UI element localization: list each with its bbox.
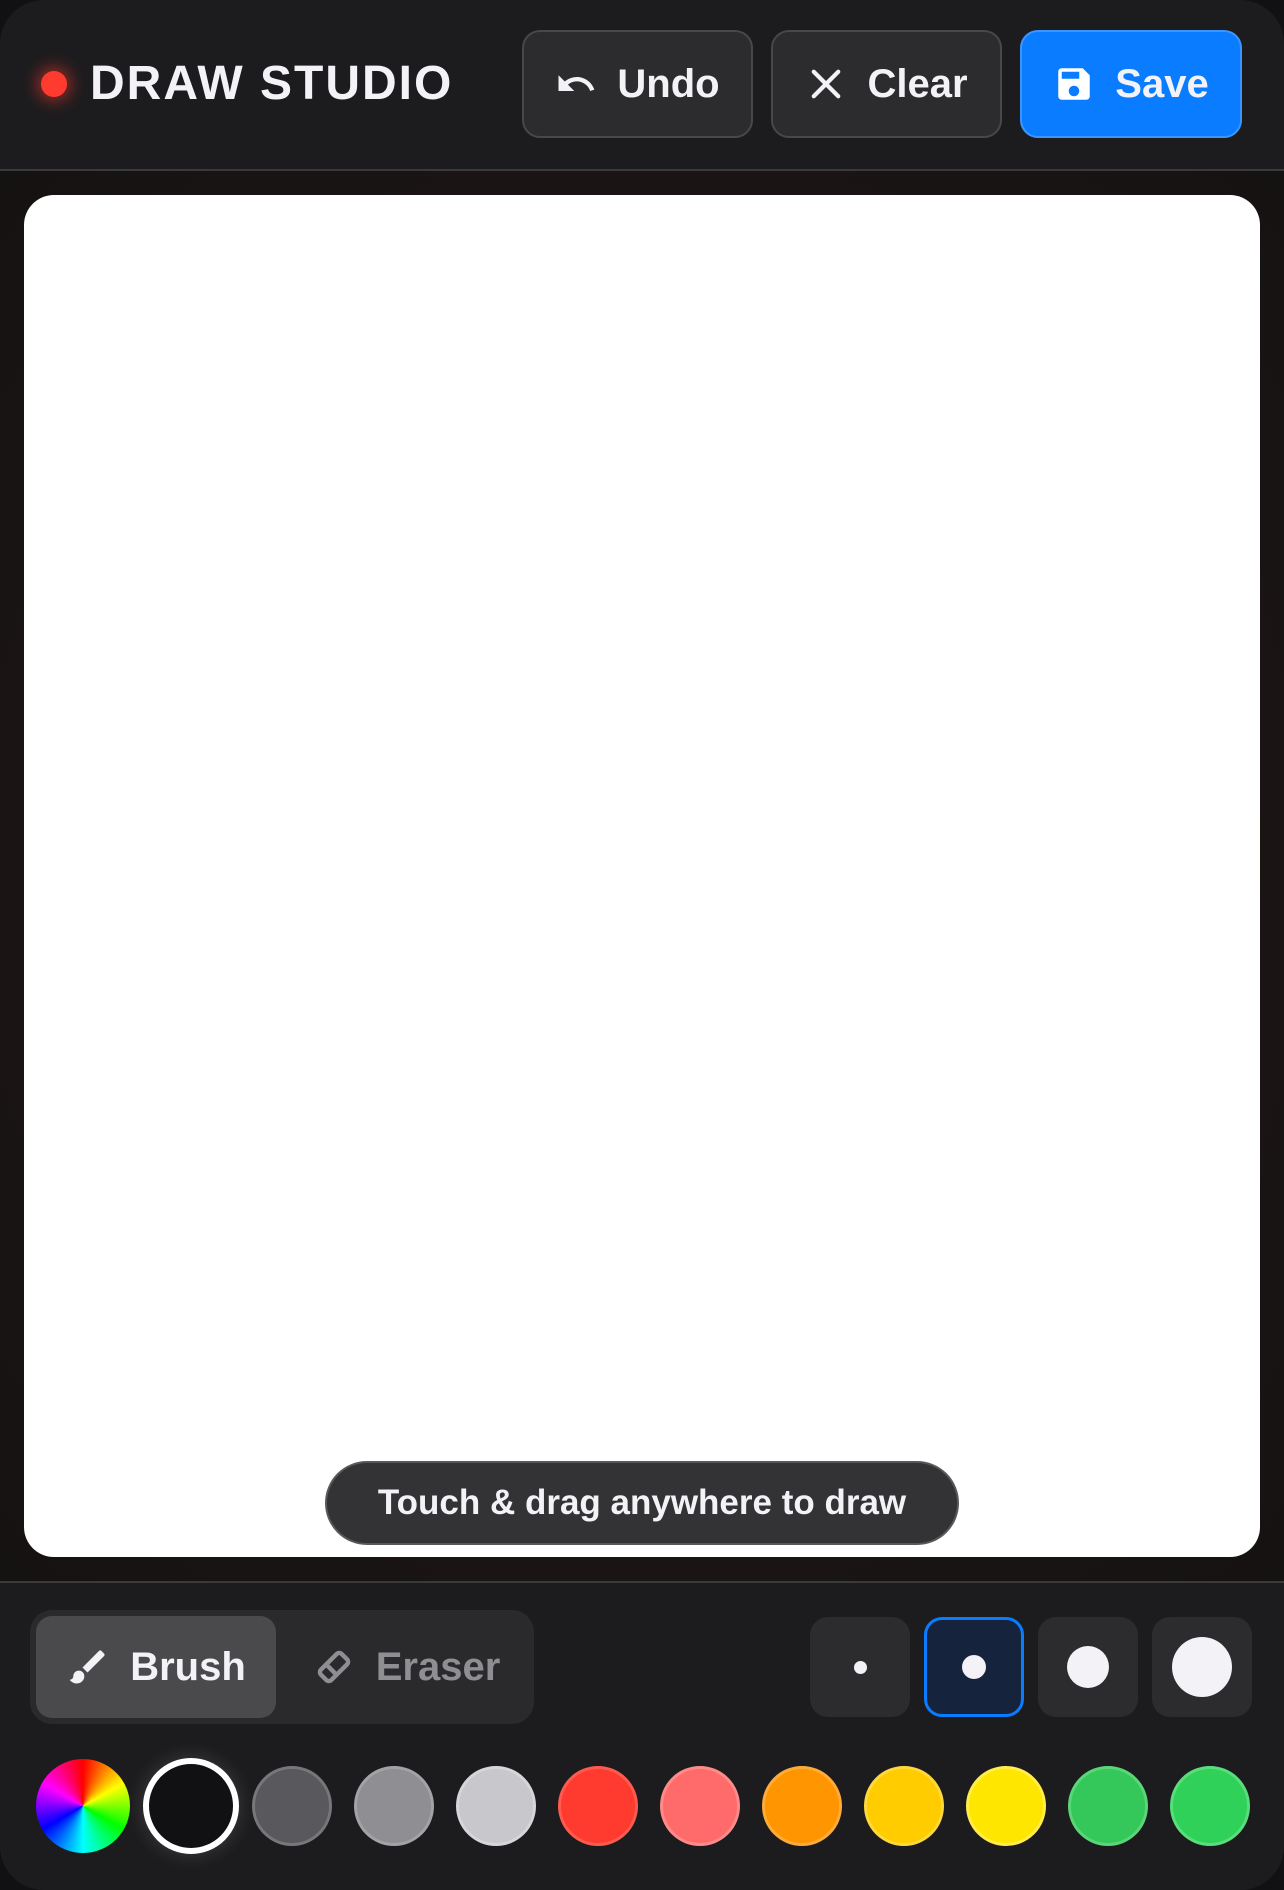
color-swatch-gray[interactable] (354, 1766, 434, 1846)
color-swatch-gold[interactable] (864, 1766, 944, 1846)
color-wheel-icon[interactable] (36, 1759, 130, 1853)
undo-arrow-icon (555, 63, 597, 105)
brush-size-l-button[interactable] (1152, 1617, 1252, 1717)
size-dot-l (1172, 1637, 1232, 1697)
color-swatch-coral[interactable] (660, 1766, 740, 1846)
app-title: DRAW STUDIO (90, 57, 454, 110)
brush-size-xs-button[interactable] (810, 1617, 910, 1717)
header-bar: DRAW STUDIO Undo Clear Save (0, 0, 1284, 171)
undo-label: Undo (617, 61, 720, 106)
color-swatch-green[interactable] (1068, 1766, 1148, 1846)
save-label: Save (1115, 61, 1209, 106)
color-swatch-red[interactable] (558, 1766, 638, 1846)
x-icon (805, 63, 847, 105)
eraser-icon (312, 1645, 356, 1689)
color-swatch-light-gray[interactable] (456, 1766, 536, 1846)
undo-button[interactable]: Undo (522, 30, 753, 138)
eraser-label: Eraser (375, 1644, 501, 1689)
color-swatch-yellow[interactable] (966, 1766, 1046, 1846)
draw-hint-pill: Touch & drag anywhere to draw (325, 1461, 959, 1545)
color-swatch-bright-green[interactable] (1170, 1766, 1250, 1846)
draw-studio-app: DRAW STUDIO Undo Clear Save Touch & drag… (0, 0, 1284, 1890)
clear-label: Clear (867, 61, 968, 106)
size-dot-s (962, 1655, 986, 1679)
size-dot-m (1067, 1646, 1109, 1688)
brush-size-s-button[interactable] (924, 1617, 1024, 1717)
brush-tool-button[interactable]: Brush (36, 1616, 276, 1718)
floppy-disk-icon (1053, 63, 1095, 105)
color-swatch-orange[interactable] (762, 1766, 842, 1846)
paintbrush-icon (66, 1645, 110, 1689)
drawing-canvas[interactable] (24, 195, 1260, 1557)
color-swatch-black[interactable] (143, 1758, 239, 1854)
clear-button[interactable]: Clear (771, 30, 1002, 138)
color-swatch-dark-gray[interactable] (252, 1766, 332, 1846)
brush-size-m-button[interactable] (1038, 1617, 1138, 1717)
size-dot-xs (853, 1660, 867, 1674)
tool-mode-toggle: Brush Eraser (30, 1610, 534, 1724)
brush-label: Brush (130, 1644, 246, 1689)
save-button[interactable]: Save (1020, 30, 1242, 138)
eraser-tool-button[interactable]: Eraser (286, 1616, 526, 1718)
record-indicator-dot (41, 71, 67, 97)
